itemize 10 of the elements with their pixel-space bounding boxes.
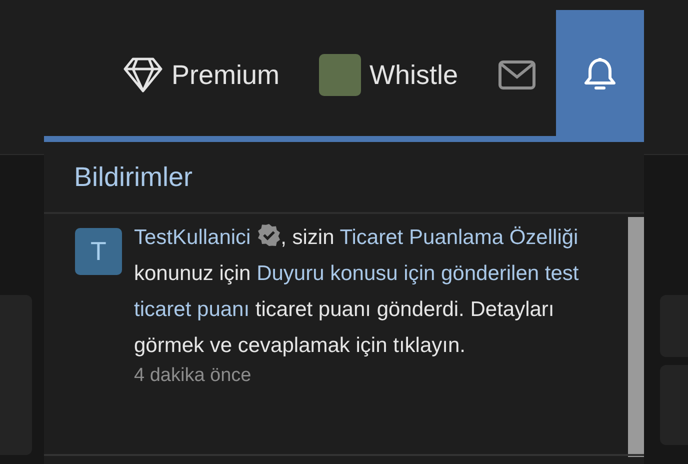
menu-title: Bildirimler [44, 142, 644, 214]
timestamp: 4 dakika önce [134, 364, 252, 388]
user-menu-link[interactable]: Whistle [299, 10, 478, 140]
diamond-icon [123, 57, 164, 93]
mail-icon [498, 60, 536, 90]
avatar: T [75, 228, 122, 275]
premium-link[interactable]: Premium [103, 10, 300, 140]
notification-text[interactable]: TestKullanici , sizin Ticaret Puanlama Özelliği konunuz için Duyuru konusu için gönderilen test ticaret puanı ticaret puanı gönderdi. Detayları görmek ve cevaplamak için tıklayın. [134, 220, 586, 364]
avatar-photo [319, 54, 362, 96]
scrollbar[interactable] [628, 217, 644, 457]
